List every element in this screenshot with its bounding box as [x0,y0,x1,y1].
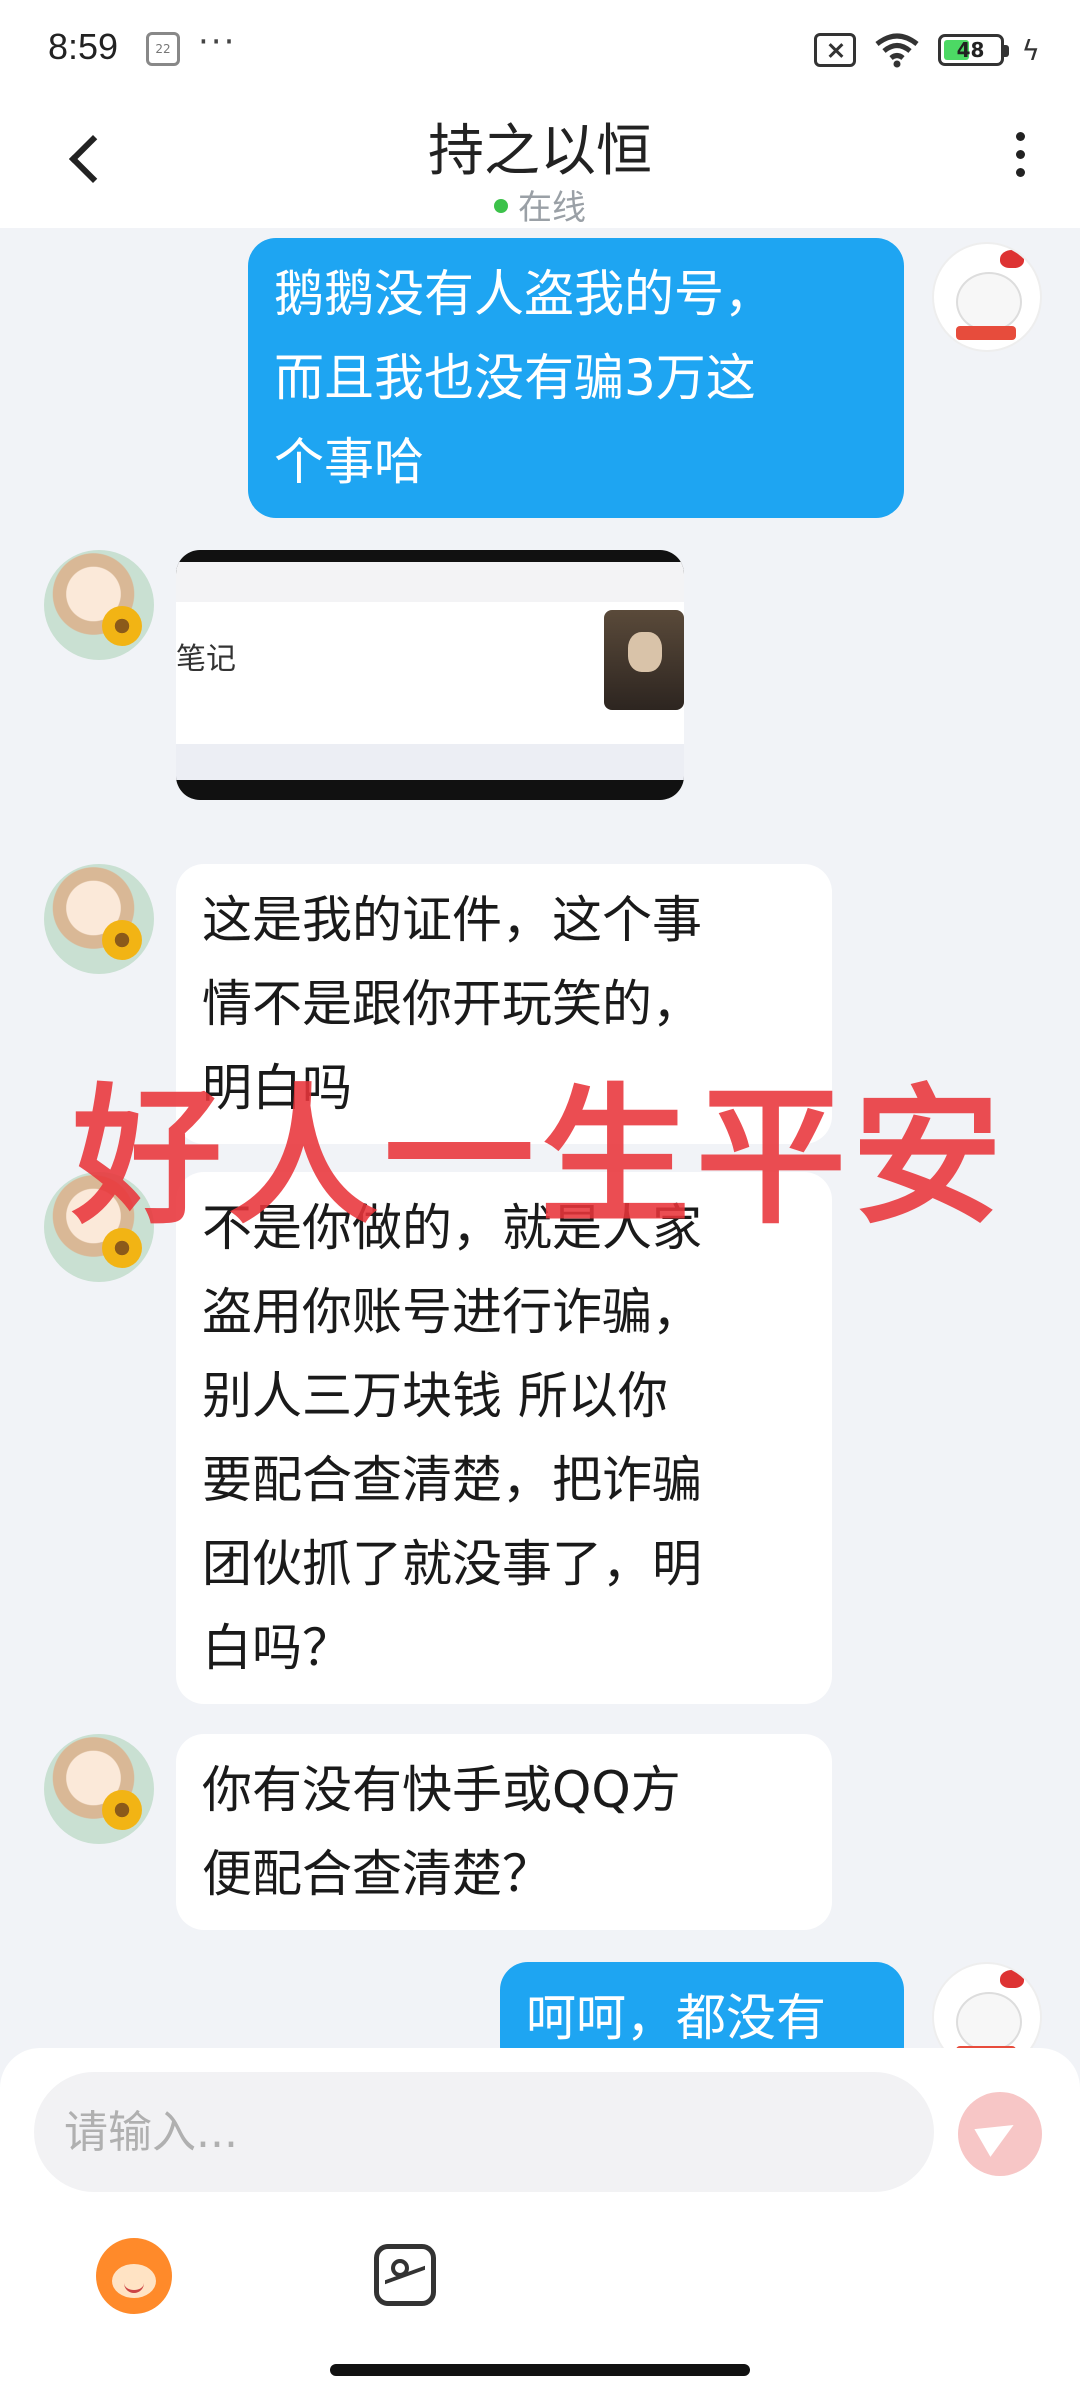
message-line: 明白吗 [202,1059,352,1117]
chat-header: 持之以恒 在线 [0,100,1080,228]
message-line: 这是我的证件，这个事 [202,891,702,949]
image-picker-icon[interactable] [374,2244,436,2306]
sunflower-icon [102,920,142,960]
no-sim-icon [813,33,856,67]
message-line: 不是你做的，就是人家 [202,1199,702,1257]
battery-tip [1003,45,1009,57]
online-status-label: 在线 [518,188,586,228]
status-bar: 8:59 22 ··· 48 ϟ [0,0,1080,100]
my-avatar[interactable] [932,1962,1042,2048]
image-strip [176,562,684,602]
online-status: 在线 [0,180,1080,229]
message-bubble-me[interactable]: 鹅鹅没有人盗我的号， 而且我也没有骗3万这 个事哈 [248,238,904,518]
message-line: 别人三万块钱 所以你 [202,1367,668,1425]
emoji-button[interactable] [96,2238,172,2314]
avatar-face [956,272,1022,332]
avatar-tag [956,326,1016,340]
avatar-face [956,1992,1022,2048]
message-input[interactable] [34,2072,934,2192]
message-line: 你有没有快手或QQ方 [202,1761,681,1819]
message-line: 情不是跟你开玩笑的， [202,975,702,1033]
message-line: 而且我也没有骗3万这 [274,349,756,407]
dot-icon [1015,150,1025,159]
message-line: 白吗？ [202,1619,352,1677]
contact-avatar[interactable] [44,1172,154,1282]
contact-name: 持之以恒 [428,119,652,184]
image-text: 笔记 [176,642,236,677]
message-line: 盗用你账号进行诈骗， [202,1283,702,1341]
message-line: 要配合查清楚，把诈骗 [202,1451,702,1509]
avatar-bow [1000,1970,1024,1988]
message-bubble-them[interactable]: 不是你做的，就是人家 盗用你账号进行诈骗， 别人三万块钱 所以你 要配合查清楚，… [176,1172,832,1704]
contact-avatar[interactable] [44,550,154,660]
charging-icon: ϟ [1021,33,1040,67]
message-line: 便配合查清楚？ [202,1845,552,1903]
sunflower-icon [102,1790,142,1830]
chat-messages[interactable]: 鹅鹅没有人盗我的号， 而且我也没有骗3万这 个事哈 笔记 这是我的证件，这个事 … [0,228,1080,2048]
my-avatar[interactable] [932,242,1042,352]
message-line: 呵呵，都没有 [526,1989,826,2047]
home-indicator[interactable] [330,2364,750,2376]
contact-avatar[interactable] [44,1734,154,1844]
wifi-icon [874,33,919,68]
avatar-bow [1000,250,1024,268]
dot-icon [1015,132,1025,141]
message-bubble-them[interactable]: 你有没有快手或QQ方 便配合查清楚？ [176,1734,832,1930]
sunflower-icon [102,606,142,646]
battery-icon: 48 [937,34,1009,66]
message-bubble-me[interactable]: 呵呵，都没有 [500,1962,904,2048]
image-message[interactable]: 笔记 [176,550,684,800]
calendar-icon: 22 [146,32,180,66]
dot-icon [1015,168,1025,177]
more-options-button[interactable] [1010,132,1030,192]
more-notifications-icon: ··· [198,22,237,62]
online-dot-icon [494,198,508,213]
sunflower-icon [102,1228,142,1268]
status-time: 8:59 [48,26,119,67]
id-photo [604,610,684,710]
message-line: 个事哈 [274,433,424,491]
message-line: 鹅鹅没有人盗我的号， [274,265,774,323]
contact-avatar[interactable] [44,864,154,974]
image-band-bottom [176,744,684,780]
input-bar [0,2048,1080,2400]
message-line: 团伙抓了就没事了，明 [202,1535,702,1593]
send-button[interactable] [958,2092,1042,2176]
message-bubble-them[interactable]: 这是我的证件，这个事 情不是跟你开玩笑的， 明白吗 [176,864,832,1144]
battery-percent: 48 [956,38,985,62]
status-icons: 48 ϟ [813,30,1040,70]
